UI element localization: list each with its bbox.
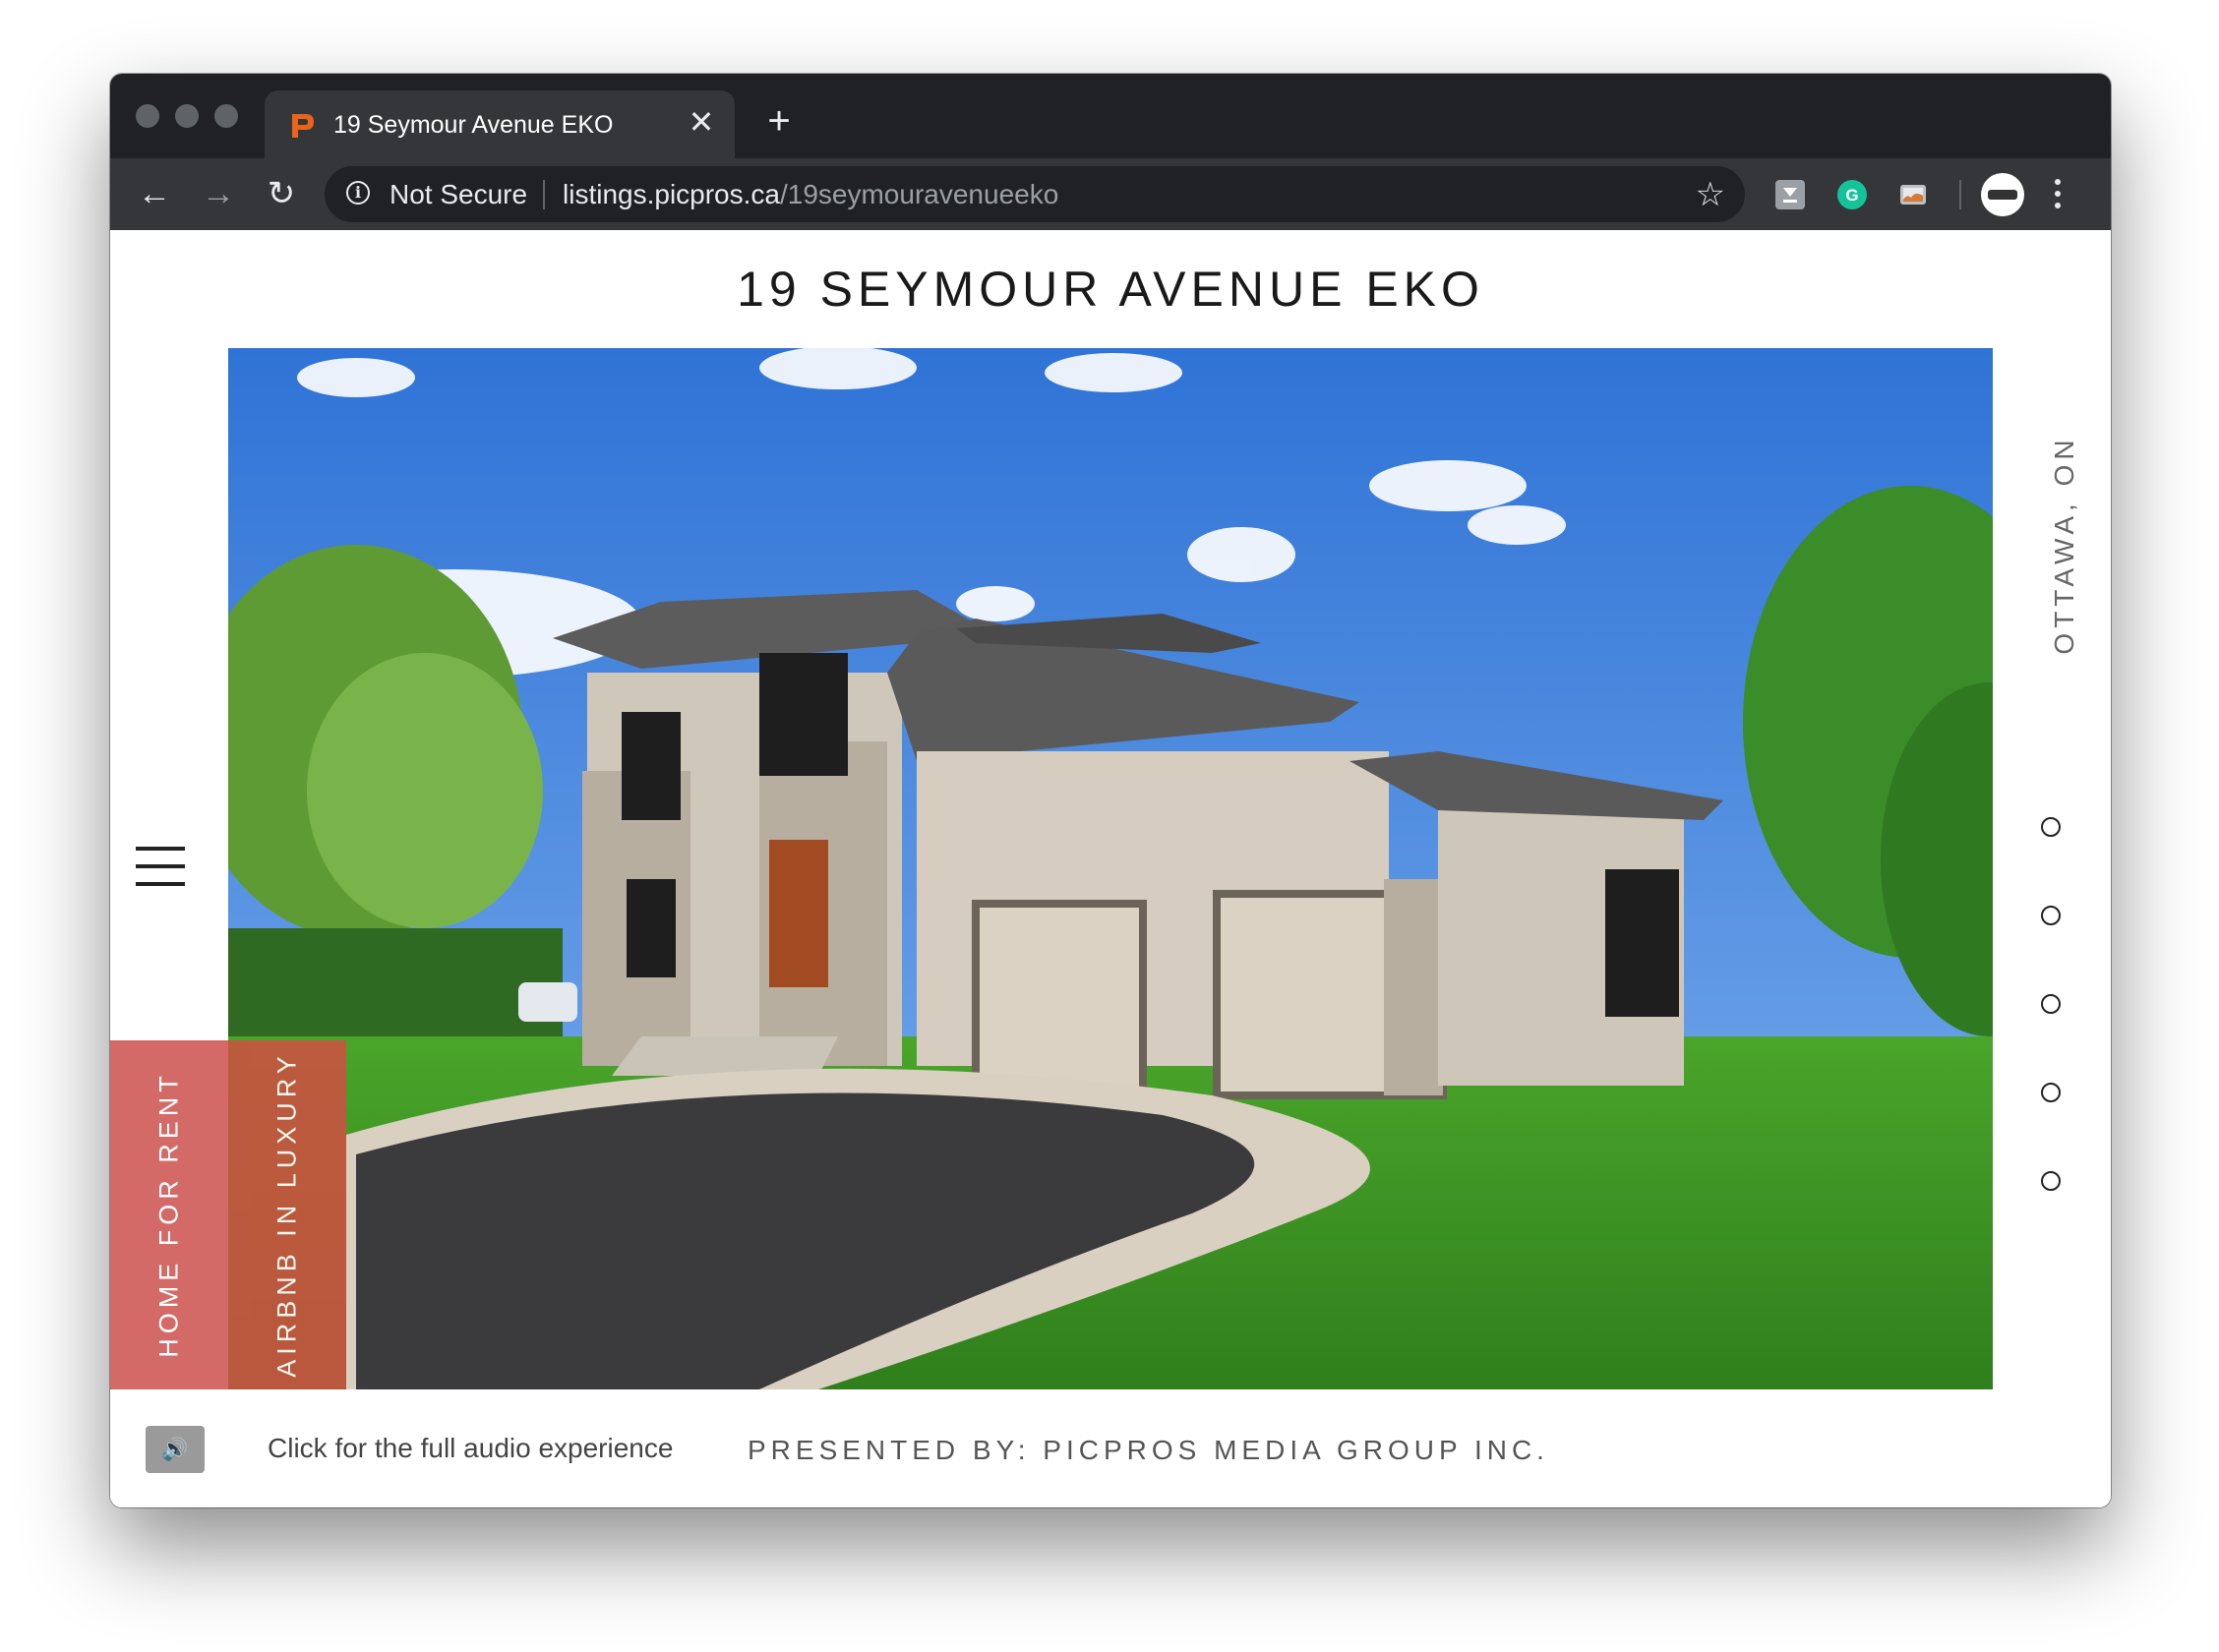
hamburger-menu-icon[interactable]	[136, 847, 185, 886]
bookmark-star-icon[interactable]: ☆	[1696, 175, 1725, 214]
presented-by: PRESENTED BY: PICPROS MEDIA GROUP INC.	[748, 1435, 1549, 1465]
close-tab-icon[interactable]: ✕	[684, 104, 719, 140]
address-bar[interactable]: i Not Secure listings.picpros.ca/19seymo…	[325, 166, 1745, 222]
svg-text:G: G	[1845, 186, 1858, 205]
location-text: OTTAWA, ON	[2049, 435, 2079, 655]
url-path: /19seymouravenueeko	[779, 179, 1059, 209]
page-title: 19 SEYMOUR AVENUE EKO	[737, 262, 1484, 317]
speaker-icon: 🔊	[161, 1437, 189, 1461]
address-divider	[543, 180, 545, 209]
hero-house-photo	[228, 348, 1993, 1389]
slide-dot-2[interactable]	[2041, 906, 2061, 925]
home-for-rent-label: HOME FOR RENT	[153, 1071, 184, 1358]
save-to-pocket-icon[interactable]	[1775, 180, 1805, 209]
tab-title: 19 Seymour Avenue EKO	[333, 111, 614, 139]
minimize-window-button[interactable]	[175, 104, 199, 128]
audio-toggle-button[interactable]: 🔊	[146, 1426, 205, 1473]
toolbar-divider	[1959, 180, 1961, 209]
audio-prompt[interactable]: Click for the full audio experience	[268, 1431, 673, 1466]
back-arrow-icon[interactable]: ←	[133, 172, 176, 215]
page-footer: 🔊 Click for the full audio experience PR…	[110, 1389, 2111, 1507]
grammarly-icon[interactable]: G	[1837, 180, 1867, 209]
tab-strip: 19 Seymour Avenue EKO ✕ +	[110, 74, 2111, 158]
slide-dot-3[interactable]	[2041, 994, 2061, 1014]
airbnb-in-luxury-ribbon[interactable]: AIRBNB IN LUXURY	[228, 1040, 346, 1389]
security-status[interactable]: Not Secure	[390, 177, 527, 212]
info-icon[interactable]: i	[346, 181, 370, 205]
home-for-rent-ribbon[interactable]: HOME FOR RENT	[110, 1040, 228, 1389]
picpros-favicon-icon	[292, 114, 314, 138]
cast-icon[interactable]	[1898, 180, 1928, 209]
slide-dot-5[interactable]	[2041, 1171, 2061, 1191]
browser-menu-icon[interactable]	[2048, 172, 2068, 215]
location-label: OTTAWA, ON	[2020, 378, 2109, 712]
house-photo-image	[228, 348, 1993, 1389]
browser-window: 19 Seymour Avenue EKO ✕ + ← → ↻ i Not Se…	[110, 74, 2111, 1507]
slide-dot-4[interactable]	[2041, 1083, 2061, 1102]
slide-dot-1[interactable]	[2041, 817, 2061, 837]
maximize-window-button[interactable]	[214, 104, 238, 128]
browser-tab[interactable]: 19 Seymour Avenue EKO ✕	[265, 90, 735, 158]
new-tab-button[interactable]: +	[759, 101, 799, 141]
forward-arrow-icon[interactable]: →	[197, 172, 240, 215]
url-host: listings.picpros.ca	[563, 179, 780, 209]
close-window-button[interactable]	[136, 104, 159, 128]
profile-avatar[interactable]	[1981, 173, 2024, 216]
url-text[interactable]: listings.picpros.ca/19seymouravenueeko	[563, 177, 1058, 212]
reload-icon[interactable]: ↻	[260, 172, 303, 215]
airbnb-in-luxury-label: AIRBNB IN LUXURY	[271, 1051, 302, 1378]
browser-toolbar: ← → ↻ i Not Secure listings.picpros.ca/1…	[110, 158, 2111, 230]
listing-page: 19 SEYMOUR AVENUE EKO OTTAWA, ON HOME FO…	[110, 230, 2111, 1507]
